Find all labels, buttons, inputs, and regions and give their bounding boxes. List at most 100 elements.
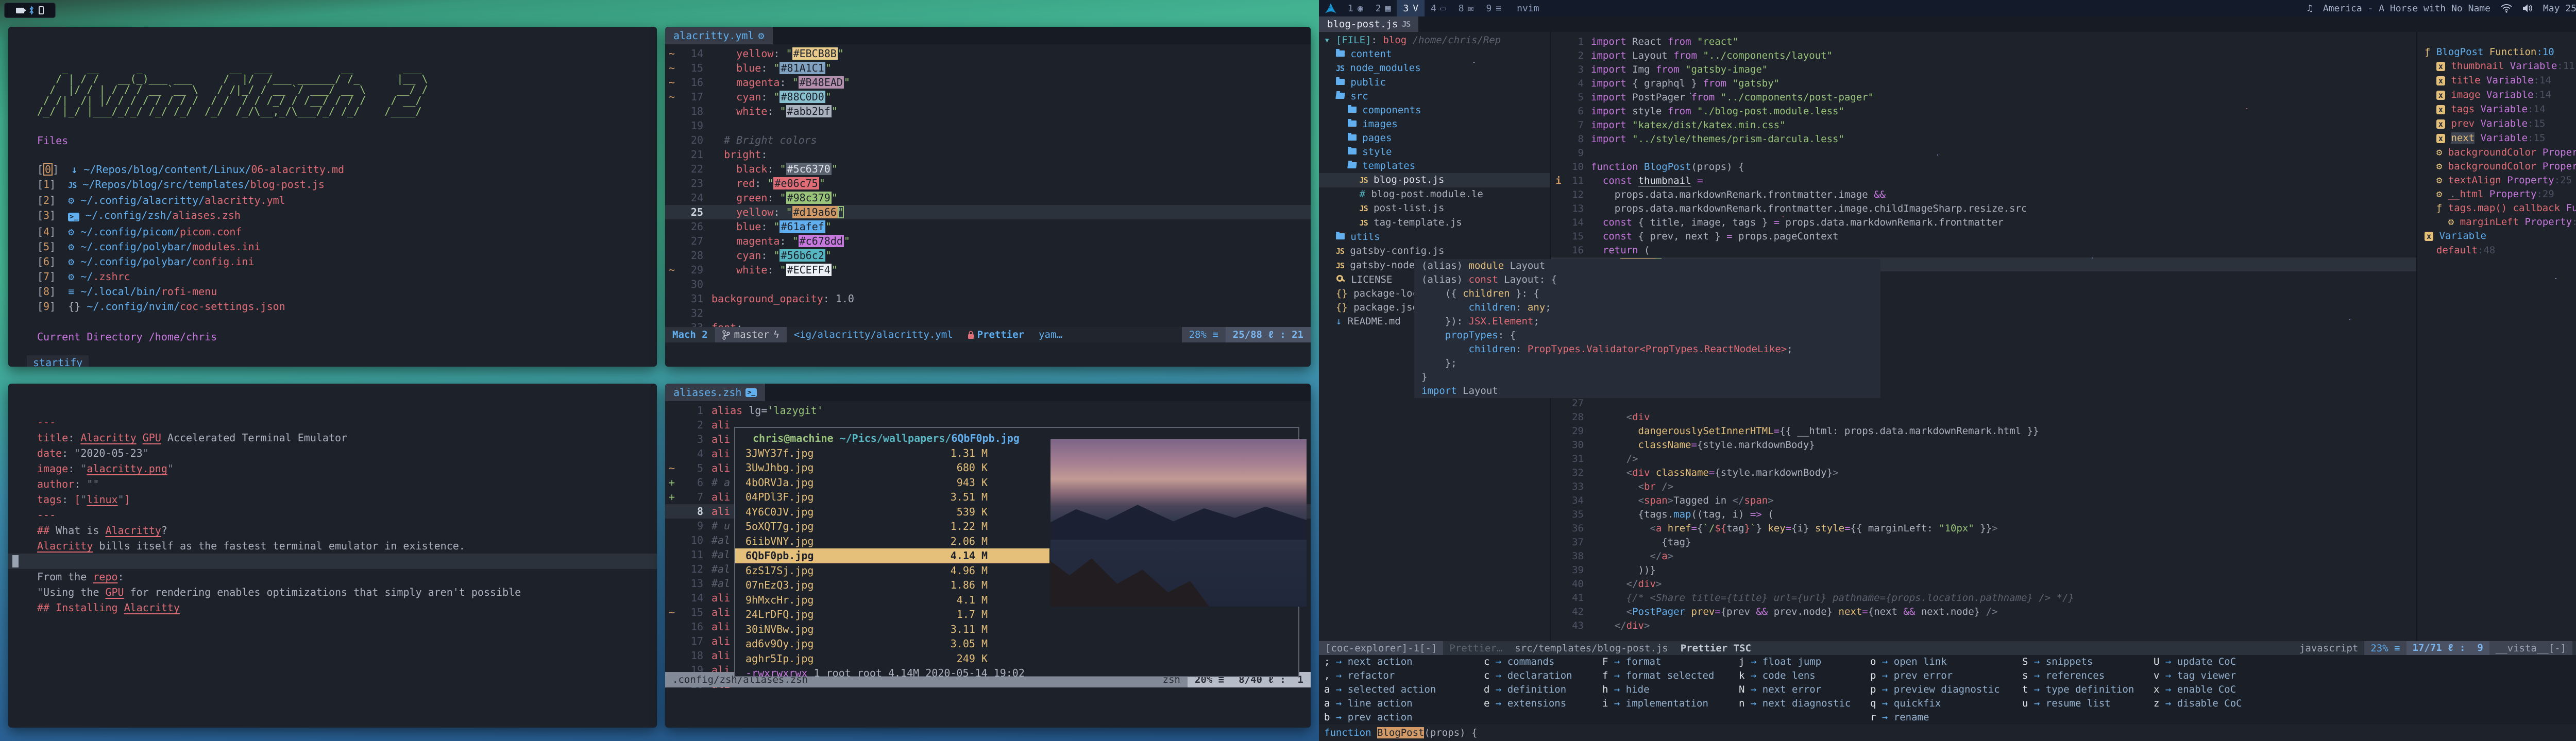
date-display[interactable]: May 25, 2020: [2543, 3, 2576, 14]
symbol-row[interactable]: x title Variable:14: [2425, 74, 2576, 88]
popup-line[interactable]: };: [1421, 356, 1880, 370]
code-line[interactable]: 22 black: "#5c6370": [665, 162, 1311, 176]
system-tray[interactable]: [4, 3, 56, 18]
startify-entry[interactable]: [5] ⚙ ~/.config/polybar/modules.ini: [37, 239, 657, 254]
whichkey-item[interactable]: o → open link: [1870, 655, 2022, 669]
code-line[interactable]: ~16 magenta: "#B48EAD": [665, 75, 1311, 90]
code-line[interactable]: 14 const { title, image, tags } = props.…: [1551, 216, 2416, 230]
whichkey-item[interactable]: U → update CoC: [2154, 655, 2251, 669]
doc-line[interactable]: ---: [8, 507, 657, 523]
whichkey-item[interactable]: e → extensions: [1484, 697, 1602, 711]
whichkey-item[interactable]: r → rename: [1870, 711, 2022, 725]
tree-row[interactable]: style: [1324, 145, 1550, 159]
popup-line[interactable]: }): JSX.Element;: [1421, 315, 1880, 329]
code-line[interactable]: 25 yellow: "#d19a66": [665, 205, 1311, 219]
code-line[interactable]: 41 {/* <Share title={title} url={url} pa…: [1551, 591, 2416, 605]
symbol-outline-panel[interactable]: ƒ BlogPost Function:10 x thumbnail Varia…: [2417, 32, 2576, 641]
whichkey-item[interactable]: ; → next action: [1324, 655, 1484, 669]
workspace-4[interactable]: 4▭: [1425, 0, 1452, 16]
doc-line[interactable]: title: Alacritty GPU Accelerated Termina…: [8, 430, 657, 445]
code-line[interactable]: ~14 yellow: "#EBCB8B": [665, 46, 1311, 61]
whichkey-item[interactable]: h → hide: [1602, 683, 1739, 697]
code-line[interactable]: 9: [1551, 146, 2416, 160]
startify-entry[interactable]: [0] ↓ ~/Repos/blog/content/Linux/06-alac…: [37, 162, 657, 177]
alacritty-yml-window[interactable]: alacritty.yml ⚙ ~14 yellow: "#EBCB8B"~15…: [665, 27, 1311, 367]
doc-line[interactable]: ## Installing Alacritty: [8, 600, 657, 615]
whichkey-item[interactable]: u → resume list: [2022, 697, 2154, 711]
code-line[interactable]: 36 <a href={`/${tag}`} key={i} style={{ …: [1551, 522, 2416, 536]
doc-line[interactable]: [8, 554, 657, 569]
symbol-row[interactable]: ⚙ backgroundColor Property:: [2425, 160, 2576, 174]
symbol-row[interactable]: ⚙ backgroundColor Property:: [2425, 146, 2576, 160]
symbol-row[interactable]: x tags Variable:14: [2425, 102, 2576, 117]
doc-line[interactable]: ## What is Alacritty?: [8, 523, 657, 538]
volume-icon[interactable]: [2522, 4, 2533, 13]
markdown-buffer[interactable]: ---title: Alacritty GPU Accelerated Term…: [8, 384, 657, 615]
file-list-item[interactable]: 30iNVBw.jpg3.11 M: [735, 622, 1298, 637]
symbol-row[interactable]: ƒ tags.map() callback Functi: [2425, 201, 2576, 215]
popup-line[interactable]: }: [1421, 370, 1880, 384]
code-line[interactable]: 26 blue: "#61afef": [665, 219, 1311, 234]
code-line[interactable]: 13 props.data.markdownRemark.frontmatter…: [1551, 202, 2416, 216]
doc-line[interactable]: "Using the GPU for rendering enables opt…: [8, 584, 657, 600]
markdown-document-window[interactable]: ---title: Alacritty GPU Accelerated Term…: [8, 384, 657, 728]
tree-row[interactable]: JS post-list.js: [1324, 201, 1550, 216]
code-line[interactable]: 20 # Bright colors: [665, 133, 1311, 147]
startify-entry[interactable]: [1] JS ~/Repos/blog/src/templates/blog-p…: [37, 177, 657, 193]
code-line[interactable]: 28 <div: [1551, 410, 2416, 424]
doc-line[interactable]: From the repo:: [8, 569, 657, 584]
whichkey-item[interactable]: k → code lens: [1739, 669, 1870, 683]
startify-entry[interactable]: [3] >_ ~/.config/zsh/aliases.zsh: [37, 208, 657, 225]
symbol-row[interactable]: ƒ BlogPost Function:10: [2425, 45, 2576, 59]
code-line[interactable]: 31 />: [1551, 452, 2416, 466]
startify-entry[interactable]: [6] ⚙ ~/.config/polybar/config.ini: [37, 254, 657, 269]
workspace-1[interactable]: 1◉: [1342, 0, 1369, 16]
code-line[interactable]: 23 red: "#e06c75": [665, 176, 1311, 191]
code-line[interactable]: 31background_opacity: 1.0: [665, 291, 1311, 306]
symbol-row[interactable]: x prev Variable:15: [2425, 117, 2576, 131]
code-line[interactable]: 43 </div>: [1551, 619, 2416, 633]
code-line[interactable]: ~17 cyan: "#88C0D0": [665, 90, 1311, 104]
startify-entry[interactable]: [7] ⚙ ~/.zshrc: [37, 269, 657, 284]
tree-row[interactable]: pages: [1324, 131, 1550, 145]
popup-line[interactable]: (alias) const Layout: {: [1421, 273, 1880, 287]
code-line[interactable]: 27: [1551, 397, 2416, 410]
startify-terminal-window[interactable]: _ __ _ __ ___ __ ___ / | / / __(_)___ __…: [8, 27, 657, 367]
whichkey-item[interactable]: F → format: [1602, 655, 1739, 669]
popup-line[interactable]: ({ children }: {: [1421, 287, 1880, 301]
code-line[interactable]: 7import "katex/dist/katex.min.css": [1551, 118, 2416, 132]
whichkey-item[interactable]: N → next error: [1739, 683, 1870, 697]
code-line[interactable]: 38 </a>: [1551, 549, 2416, 563]
doc-line[interactable]: ---: [8, 415, 657, 430]
file-list-item[interactable]: ad6v9Oy.jpg3.05 M: [735, 636, 1298, 651]
symbol-row[interactable]: x thumbnail Variable:11: [2425, 59, 2576, 74]
tree-row[interactable]: JS node_modules: [1324, 61, 1550, 76]
symbol-row[interactable]: x image Variable:14: [2425, 88, 2576, 102]
code-line[interactable]: ~15 blue: "#81A1C1": [665, 61, 1311, 75]
code-line[interactable]: 42 <PostPager prev={prev && prev.node} n…: [1551, 605, 2416, 619]
bluetooth-icon[interactable]: [28, 6, 35, 15]
symbol-row[interactable]: x Variable: [2425, 229, 2576, 244]
doc-line[interactable]: Alacritty bills itself as the fastest te…: [8, 538, 657, 554]
doc-line[interactable]: image: "alacritty.png": [8, 461, 657, 476]
code-line[interactable]: 1alias lg='lazygit': [665, 403, 1311, 418]
whichkey-item[interactable]: v → tag viewer: [2154, 669, 2251, 683]
phone-icon[interactable]: [39, 6, 44, 14]
tab-blog-post-js[interactable]: blog-post.js JS: [1319, 16, 1418, 32]
file-list-item[interactable]: 6QbF0pb.jpg4.14 M: [735, 548, 1049, 563]
whichkey-item[interactable]: S → snippets: [2022, 655, 2154, 669]
code-line[interactable]: 10function BlogPost(props) {: [1551, 160, 2416, 174]
code-line[interactable]: 37 {tag}: [1551, 536, 2416, 549]
tree-row[interactable]: src: [1324, 90, 1550, 104]
camera-icon[interactable]: [16, 8, 24, 13]
whichkey-item[interactable]: q → quickfix: [1870, 697, 2022, 711]
popup-line[interactable]: propTypes: {: [1421, 329, 1880, 342]
code-line[interactable]: 29 dangerouslySetInnerHTML={{ __html: pr…: [1551, 424, 2416, 438]
startify-entry[interactable]: [2] ⚙ ~/.config/alacritty/alacritty.yml: [37, 193, 657, 208]
code-line[interactable]: 5import PostPager from "../components/po…: [1551, 91, 2416, 105]
code-line[interactable]: 21 bright:: [665, 147, 1311, 162]
whichkey-item[interactable]: s → references: [2022, 669, 2154, 683]
tree-row[interactable]: JS blog-post.js: [1319, 173, 1550, 187]
alacritty-yml-buffer[interactable]: ~14 yellow: "#EBCB8B"~15 blue: "#81A1C1"…: [665, 44, 1311, 335]
whichkey-item[interactable]: , → refactor: [1324, 669, 1484, 683]
